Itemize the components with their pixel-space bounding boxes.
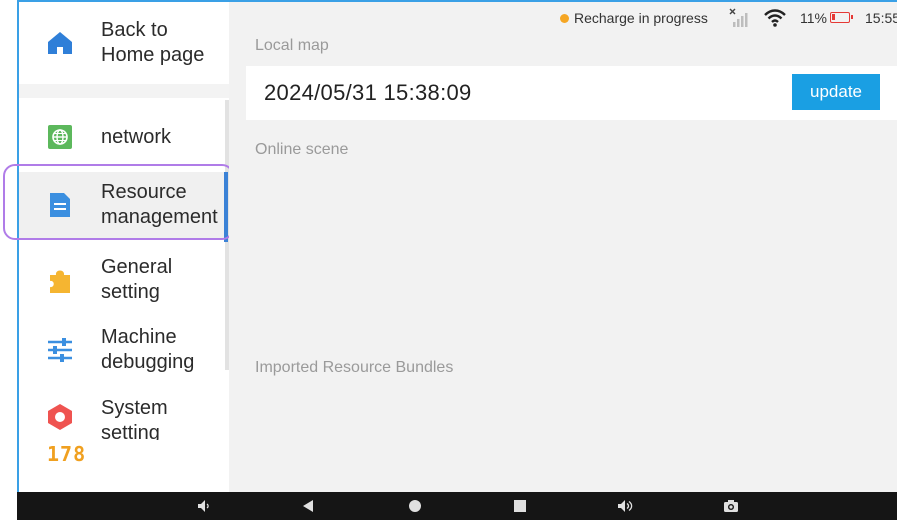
cellular-signal-icon (729, 8, 751, 28)
charging-dot-icon (560, 14, 569, 23)
volume-down-icon[interactable] (195, 498, 213, 514)
sliders-icon (43, 333, 77, 367)
system-navigation-bar (17, 492, 897, 520)
sidebar-item-label: System setting (101, 397, 168, 440)
wifi-icon (763, 8, 787, 28)
sidebar-item-system-setting[interactable]: System setting (19, 390, 229, 440)
home-nav-icon[interactable] (406, 498, 424, 514)
sidebar-item-network[interactable]: network (19, 108, 229, 166)
screenshot-camera-icon[interactable] (722, 498, 740, 514)
imported-bundles-label: Imported Resource Bundles (255, 359, 454, 376)
sidebar-item-label: Machine debugging (101, 326, 195, 373)
volume-up-icon[interactable] (616, 498, 634, 514)
online-scene-label: Online scene (255, 141, 349, 158)
back-nav-icon[interactable] (299, 498, 317, 514)
battery-icon (830, 12, 853, 23)
home-icon (43, 26, 77, 60)
status-clock: 15:55 (865, 10, 897, 26)
recharge-status: Recharge in progress (574, 10, 708, 26)
sidebar-item-label: network (101, 125, 172, 148)
map-timestamp: 2024/05/31 15:38:09 (264, 80, 472, 105)
recents-nav-icon[interactable] (511, 498, 529, 514)
main-content: Recharge in progress 11% 15:55 Local map… (229, 2, 897, 492)
globe-icon (43, 120, 77, 154)
app-window: Back to Home page network Resource manag… (0, 0, 897, 520)
puzzle-icon (43, 263, 77, 297)
status-bar: Recharge in progress 11% 15:55 (229, 2, 897, 32)
local-map-label: Local map (255, 37, 329, 54)
sidebar: Back to Home page network Resource manag… (19, 2, 229, 492)
debug-counter: 178 (47, 442, 87, 466)
hexagon-icon (43, 400, 77, 434)
selection-highlight (3, 164, 234, 240)
sidebar-item-machine-debugging[interactable]: Machine debugging (19, 320, 229, 380)
sidebar-item-label: General setting (101, 256, 173, 303)
update-button[interactable]: update (792, 74, 880, 110)
sidebar-divider (19, 84, 229, 98)
back-to-home-button[interactable]: Back to Home page (19, 2, 229, 84)
local-map-card: 2024/05/31 15:38:09 update (246, 66, 897, 120)
battery-percent: 11% (800, 10, 827, 26)
back-to-home-label: Back to Home page (101, 19, 205, 66)
sidebar-item-general-setting[interactable]: General setting (19, 250, 229, 310)
